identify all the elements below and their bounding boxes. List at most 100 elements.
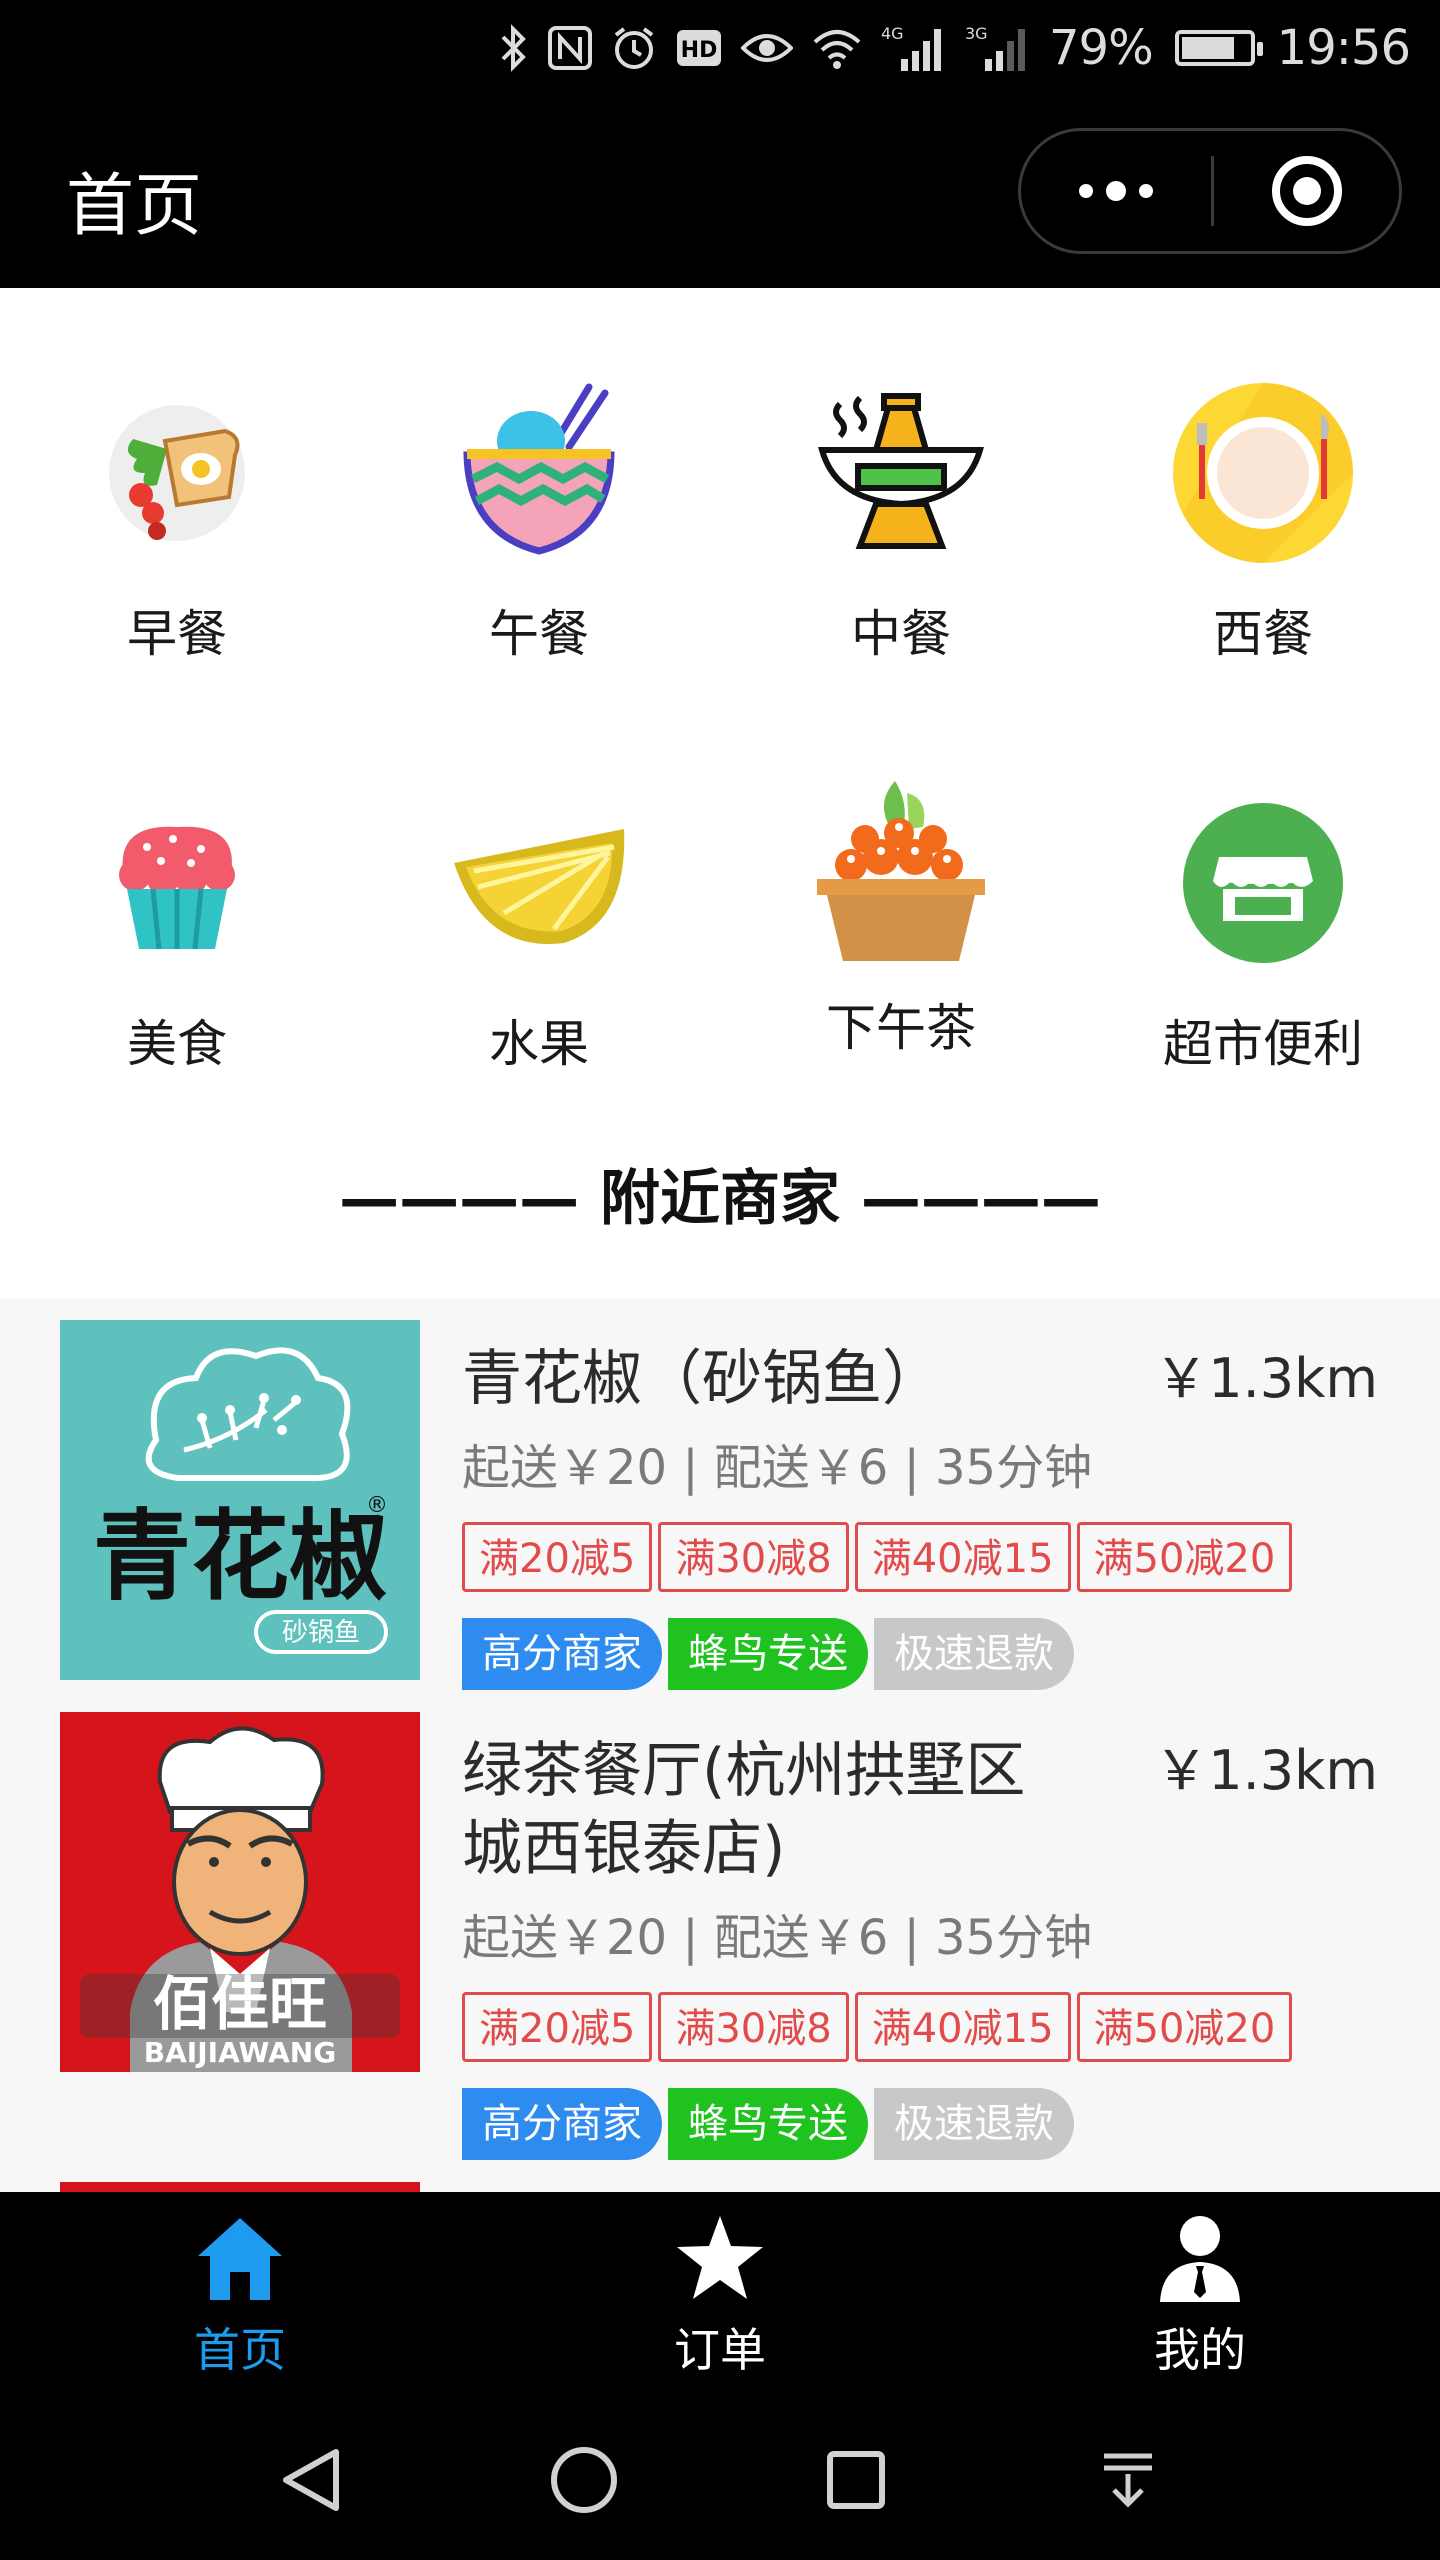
category-label: 超市便利 [1163, 1015, 1363, 1073]
badge-fengniao: 蜂鸟专送 [668, 2088, 868, 2160]
svg-text:HD: HD [681, 38, 718, 63]
category-fruit[interactable]: 水果 [389, 788, 689, 1148]
tab-label: 首页 [194, 2323, 286, 2377]
eye-icon [740, 18, 793, 78]
category-supermarket[interactable]: 超市便利 [1113, 788, 1413, 1148]
shop-logo-qinghuajiao: 青花椒 ® 砂锅鱼 [60, 1320, 420, 1680]
category-grid: 早餐 午餐 中餐 西餐 美食 水果 下午茶 超市便利 [0, 288, 1440, 1088]
shop-logo-subtext: BAIJIAWANG [144, 2036, 336, 2069]
next-shop-logo-peek [60, 2182, 420, 2192]
lemon-icon [444, 788, 634, 978]
shop-delivery-info: 起送￥20 | 配送￥6 | 35分钟 [462, 1440, 1093, 1496]
nfc-icon [547, 18, 593, 78]
clock: 19:56 [1276, 20, 1411, 76]
back-triangle-icon [283, 2449, 339, 2511]
badge-fast-refund: 极速退款 [874, 1618, 1074, 1690]
alarm-icon [611, 18, 657, 78]
shop-distance: ￥1.3km [1154, 1739, 1378, 1802]
shop-item[interactable]: 佰佳旺 BAIJIAWANG 绿茶餐厅(杭州拱墅区城西银泰店) ￥1.3km 起… [0, 1712, 1440, 2182]
promo-tag: 满50减20 [1076, 1522, 1293, 1592]
tab-home[interactable]: 首页 [90, 2212, 390, 2392]
category-food[interactable]: 美食 [27, 788, 327, 1148]
network-4g-label: 4G [881, 24, 904, 43]
back-button[interactable] [272, 2440, 352, 2520]
tab-label: 我的 [1154, 2323, 1246, 2377]
category-lunch[interactable]: 午餐 [389, 378, 689, 738]
promo-tag: 满50减20 [1076, 1992, 1293, 2062]
lunch-bowl-icon [444, 378, 634, 568]
category-label: 中餐 [851, 605, 951, 663]
category-label: 美食 [127, 1015, 227, 1073]
badge-high-rated: 高分商家 [462, 2088, 662, 2160]
target-close-icon [1271, 156, 1342, 226]
badge-list: 高分商家 蜂鸟专送 极速退款 [462, 1618, 1074, 1690]
hotpot-icon [806, 378, 996, 568]
category-chinese[interactable]: 中餐 [751, 378, 1051, 738]
home-button[interactable] [544, 2440, 624, 2520]
tea-basket-icon [806, 768, 996, 978]
home-circle-icon [551, 2447, 617, 2513]
tab-label: 订单 [674, 2323, 766, 2377]
tab-bar: 首页 订单 我的 [0, 2192, 1440, 2400]
close-button[interactable] [1214, 131, 1399, 251]
page-title: 首页 [66, 167, 203, 246]
nearby-shops-title: ———— 附近商家 ———— [339, 1164, 1101, 1234]
more-button[interactable] [1021, 131, 1211, 251]
signal-3g-icon: 3G [965, 18, 1031, 78]
shop-logo-text: 佰佳旺 [153, 1970, 327, 2038]
tab-orders[interactable]: 订单 [570, 2212, 870, 2392]
badge-list: 高分商家 蜂鸟专送 极速退款 [462, 2088, 1074, 2160]
nav-bar: 首页 [0, 96, 1440, 288]
promo-tag: 满40减15 [854, 1522, 1071, 1592]
shop-logo-subtext: 砂锅鱼 [282, 1618, 360, 1648]
wifi-icon [811, 18, 863, 78]
shop-name[interactable]: 青花椒（砂锅鱼） [462, 1340, 1122, 1418]
signal-4g-icon: 4G [881, 18, 947, 78]
battery-fill [1181, 37, 1234, 59]
recent-square-icon [827, 2451, 885, 2509]
category-breakfast[interactable]: 早餐 [27, 378, 327, 738]
bluetooth-icon [499, 18, 529, 78]
western-plate-icon [1168, 378, 1358, 568]
category-label: 水果 [489, 1015, 589, 1073]
category-label: 西餐 [1213, 605, 1313, 663]
cupcake-icon [82, 788, 272, 978]
badge-high-rated: 高分商家 [462, 1618, 662, 1690]
promo-list: 满20减5 满30减8 满40减15 满50减20 [462, 1522, 1293, 1592]
category-western[interactable]: 西餐 [1113, 378, 1413, 738]
recent-apps-button[interactable] [816, 2440, 896, 2520]
pull-down-icon [1104, 2453, 1152, 2508]
tab-profile[interactable]: 我的 [1050, 2212, 1350, 2392]
network-3g-label: 3G [965, 24, 988, 43]
battery-icon [1174, 30, 1263, 66]
shop-logo-baijiawang: 佰佳旺 BAIJIAWANG [60, 1712, 420, 2072]
shop-name[interactable]: 绿茶餐厅(杭州拱墅区城西银泰店) [462, 1732, 1082, 1888]
shop-logo-text: 青花椒 [93, 1499, 387, 1614]
promo-tag: 满40减15 [854, 1992, 1071, 2062]
notification-pull-button[interactable] [1088, 2440, 1168, 2520]
system-navigation-bar [0, 2400, 1440, 2560]
shop-item[interactable]: 青花椒 ® 砂锅鱼 青花椒（砂锅鱼） ￥1.3km 起送￥20 | 配送￥6 |… [0, 1320, 1440, 1700]
promo-tag: 满30减8 [658, 1522, 849, 1592]
category-afternoon-tea[interactable]: 下午茶 [751, 768, 1051, 1128]
hd-icon: HD [675, 18, 723, 78]
promo-tag: 满20减5 [462, 1992, 653, 2062]
star-icon [677, 2216, 763, 2299]
svg-text:®: ® [366, 1493, 388, 1518]
category-label: 早餐 [127, 605, 227, 663]
badge-fengniao: 蜂鸟专送 [668, 1618, 868, 1690]
user-icon [1160, 2216, 1240, 2302]
category-label: 下午茶 [826, 999, 976, 1057]
status-bar: HD 4G 3G 79% 19:56 [0, 0, 1440, 96]
promo-tag: 满20减5 [462, 1522, 653, 1592]
more-dots-icon [1079, 181, 1153, 201]
mini-program-capsule [1018, 128, 1402, 254]
shop-list: 青花椒 ® 砂锅鱼 青花椒（砂锅鱼） ￥1.3km 起送￥20 | 配送￥6 |… [0, 1298, 1440, 2192]
battery-percent: 79% [1048, 20, 1154, 76]
badge-fast-refund: 极速退款 [874, 2088, 1074, 2160]
home-icon [198, 2218, 282, 2300]
breakfast-icon [82, 378, 272, 568]
promo-list: 满20减5 满30减8 满40减15 满50减20 [462, 1992, 1293, 2062]
store-icon [1168, 788, 1358, 978]
category-label: 午餐 [489, 605, 589, 663]
